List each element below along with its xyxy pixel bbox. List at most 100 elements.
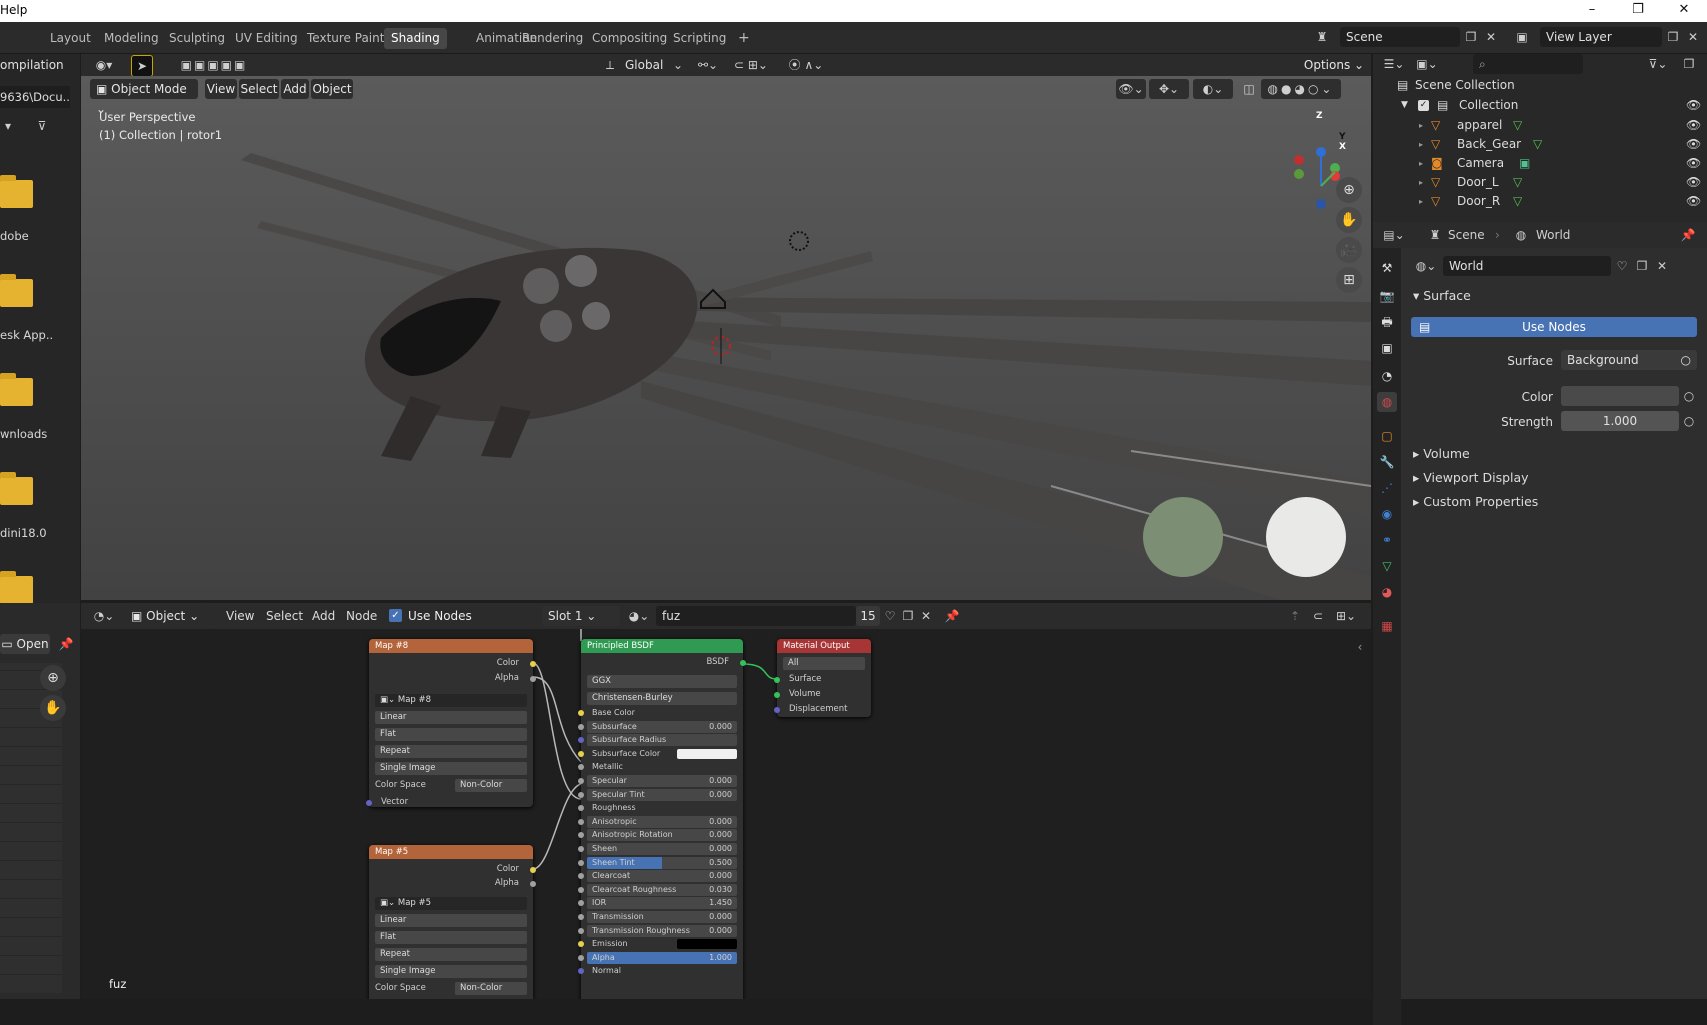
interpolation-dropdown[interactable]: Linear — [375, 914, 527, 927]
folder-label[interactable]: dobe — [0, 229, 29, 243]
extension-dropdown[interactable]: Repeat — [375, 745, 527, 758]
projection-dropdown[interactable]: Flat — [375, 931, 527, 944]
image-datablock[interactable]: ▣⌄ Map #5 — [375, 897, 527, 910]
input-socket[interactable] — [578, 900, 584, 907]
material-browse-icon[interactable]: ◕⌄ — [626, 606, 652, 626]
outliner-row[interactable]: ▸ ▽ Door_R ▽ 👁 — [1373, 192, 1707, 211]
eye-icon[interactable]: 👁 — [1686, 154, 1701, 173]
unlink-world-icon[interactable]: ✕ — [1653, 256, 1671, 276]
material-name-field[interactable]: fuz — [656, 606, 856, 626]
principled-bsdf-node[interactable]: Principled BSDF BSDF GGX Christensen-Bur… — [578, 639, 746, 999]
menu-select[interactable]: Select — [239, 79, 279, 99]
axis-y-label[interactable]: Y — [1339, 132, 1346, 142]
bsdf-input-row[interactable]: Alpha 1.000 — [587, 951, 737, 964]
texture-tab-icon[interactable]: ▦ — [1377, 616, 1397, 636]
folder-icon[interactable] — [0, 175, 33, 208]
input-socket[interactable] — [578, 750, 584, 757]
camera-data-icon[interactable]: ▣ — [1519, 154, 1530, 173]
ortho-grid-icon[interactable]: ⊞ — [1336, 267, 1362, 293]
scene-selector[interactable]: Scene — [1340, 27, 1460, 47]
remove-scene-icon[interactable]: ✕ — [1482, 27, 1500, 47]
fake-user-icon[interactable]: ♡ — [881, 606, 899, 626]
volume-panel-header[interactable]: ▸ Volume — [1413, 446, 1470, 461]
surface-panel-header[interactable]: ▾ Surface — [1413, 288, 1471, 303]
snap-icon[interactable]: ⊂ ⊞⌄ — [726, 55, 776, 75]
new-scene-icon[interactable]: ❐ — [1462, 27, 1480, 47]
eye-icon[interactable]: 👁 — [1686, 116, 1701, 135]
expand-icon[interactable]: ▸ — [1419, 173, 1423, 192]
node-header[interactable]: Material Output — [777, 639, 871, 653]
menu-node[interactable]: Node — [346, 609, 377, 623]
input-socket[interactable] — [578, 805, 584, 812]
folder-label[interactable]: esk App.. — [0, 328, 53, 342]
tab-layout[interactable]: Layout — [43, 28, 98, 49]
input-socket[interactable] — [578, 791, 584, 798]
mesh-data-icon[interactable]: ▽ — [1533, 135, 1542, 154]
menu-help[interactable]: Help — [0, 3, 27, 17]
input-socket[interactable] — [578, 846, 584, 852]
add-workspace-button[interactable]: + — [731, 28, 757, 49]
particles-tab-icon[interactable]: ⋰ — [1377, 478, 1397, 498]
folder-label[interactable]: dini18.0 — [0, 526, 47, 540]
socket-icon[interactable]: ○ — [1681, 411, 1697, 431]
viewport-display-panel-header[interactable]: ▸ Viewport Display — [1413, 470, 1529, 485]
bsdf-input-row[interactable]: Sheen Tint 0.500 — [587, 856, 737, 869]
3d-viewport[interactable]: User Perspective (1) Collection | rotor1… — [81, 76, 1371, 600]
use-nodes-checkbox[interactable]: ✓ — [389, 609, 402, 622]
node-header[interactable]: Map #5 — [369, 845, 533, 859]
bsdf-input-row[interactable]: Specular Tint 0.000 — [587, 788, 737, 801]
target-dropdown[interactable]: All — [783, 657, 865, 670]
input-socket[interactable] — [578, 873, 584, 880]
input-socket[interactable] — [774, 707, 780, 713]
input-socket[interactable] — [578, 818, 584, 825]
bsdf-input-row[interactable]: Subsurface Radius — [587, 734, 737, 747]
shader-node-editor[interactable]: Map #8 Color Alpha ▣⌄ Map #8 Linear Flat… — [81, 629, 1371, 999]
output-socket[interactable] — [530, 867, 536, 873]
output-socket[interactable] — [530, 676, 536, 682]
editor-type-icon[interactable]: ◔⌄ — [91, 606, 117, 626]
eye-icon[interactable]: 👁 — [1686, 135, 1701, 154]
source-dropdown[interactable]: Single Image — [375, 965, 527, 978]
render-tab-icon[interactable]: 📷 — [1377, 286, 1397, 306]
tab-compositing[interactable]: Compositing — [585, 28, 674, 49]
fake-user-icon[interactable]: ♡ — [1613, 256, 1631, 276]
input-socket[interactable] — [578, 859, 584, 866]
bsdf-input-row[interactable]: Clearcoat Roughness 0.030 — [587, 883, 737, 896]
zoom-icon[interactable]: ⊕ — [40, 665, 66, 691]
constraints-tab-icon[interactable]: ⚭ — [1377, 530, 1397, 550]
expand-icon[interactable]: ▸ — [1419, 154, 1423, 173]
remove-view-layer-icon[interactable]: ✕ — [1684, 27, 1702, 47]
use-nodes-button[interactable]: ▤ Use Nodes — [1411, 317, 1697, 337]
view-layer-selector[interactable]: View Layer — [1540, 27, 1662, 47]
tab-texture-paint[interactable]: Texture Paint — [300, 28, 391, 49]
options-dropdown[interactable]: Options ⌄ — [1303, 55, 1365, 75]
outliner-row[interactable]: ▸ ▽ Back_Gear ▽ 👁 — [1373, 135, 1707, 154]
bsdf-input-row[interactable]: Subsurface Color — [587, 748, 737, 760]
pin-icon[interactable]: 📌 — [943, 606, 961, 626]
snap-target-icon[interactable]: ⊞⌄ — [1331, 606, 1361, 626]
source-dropdown[interactable]: Single Image — [375, 762, 527, 775]
menu-select[interactable]: Select — [266, 609, 303, 623]
outliner-row[interactable]: ▼ ✓ ▤ Collection 👁 — [1373, 96, 1707, 115]
outliner-row[interactable]: ▸ ▽ Door_L ▽ 👁 — [1373, 173, 1707, 192]
camera-view-icon[interactable]: 🎥 — [1336, 237, 1362, 263]
outliner-row[interactable]: ▸ ▽ apparel ▽ 👁 — [1373, 116, 1707, 135]
bsdf-input-row[interactable]: Subsurface 0.000 — [587, 720, 737, 733]
mesh-data-icon[interactable]: ▽ — [1513, 173, 1522, 192]
new-collection-icon[interactable]: ❐ — [1679, 54, 1699, 74]
mesh-data-icon[interactable]: ▽ — [1513, 192, 1522, 211]
pan-hand-icon[interactable]: ✋ — [40, 695, 66, 721]
sidebar-toggle-icon[interactable]: ‹ — [1353, 637, 1367, 657]
node-header[interactable]: Principled BSDF — [581, 639, 743, 653]
checkbox-icon[interactable]: ✓ — [1418, 100, 1429, 111]
bsdf-input-row[interactable]: Specular 0.000 — [587, 775, 737, 787]
color-swatch[interactable] — [1561, 386, 1679, 406]
data-tab-icon[interactable]: ▽ — [1377, 556, 1397, 576]
open-button[interactable]: ▭ Open — [0, 634, 50, 654]
folder-icon[interactable] — [0, 571, 33, 604]
editor-type-icon[interactable]: ☰⌄ — [1379, 54, 1409, 74]
visibility-icon[interactable]: 👁⌄ — [1116, 79, 1146, 99]
axis-x-label[interactable]: X — [1339, 142, 1346, 152]
duplicate-material-icon[interactable]: ❐ — [899, 606, 917, 626]
input-socket[interactable] — [578, 737, 584, 744]
